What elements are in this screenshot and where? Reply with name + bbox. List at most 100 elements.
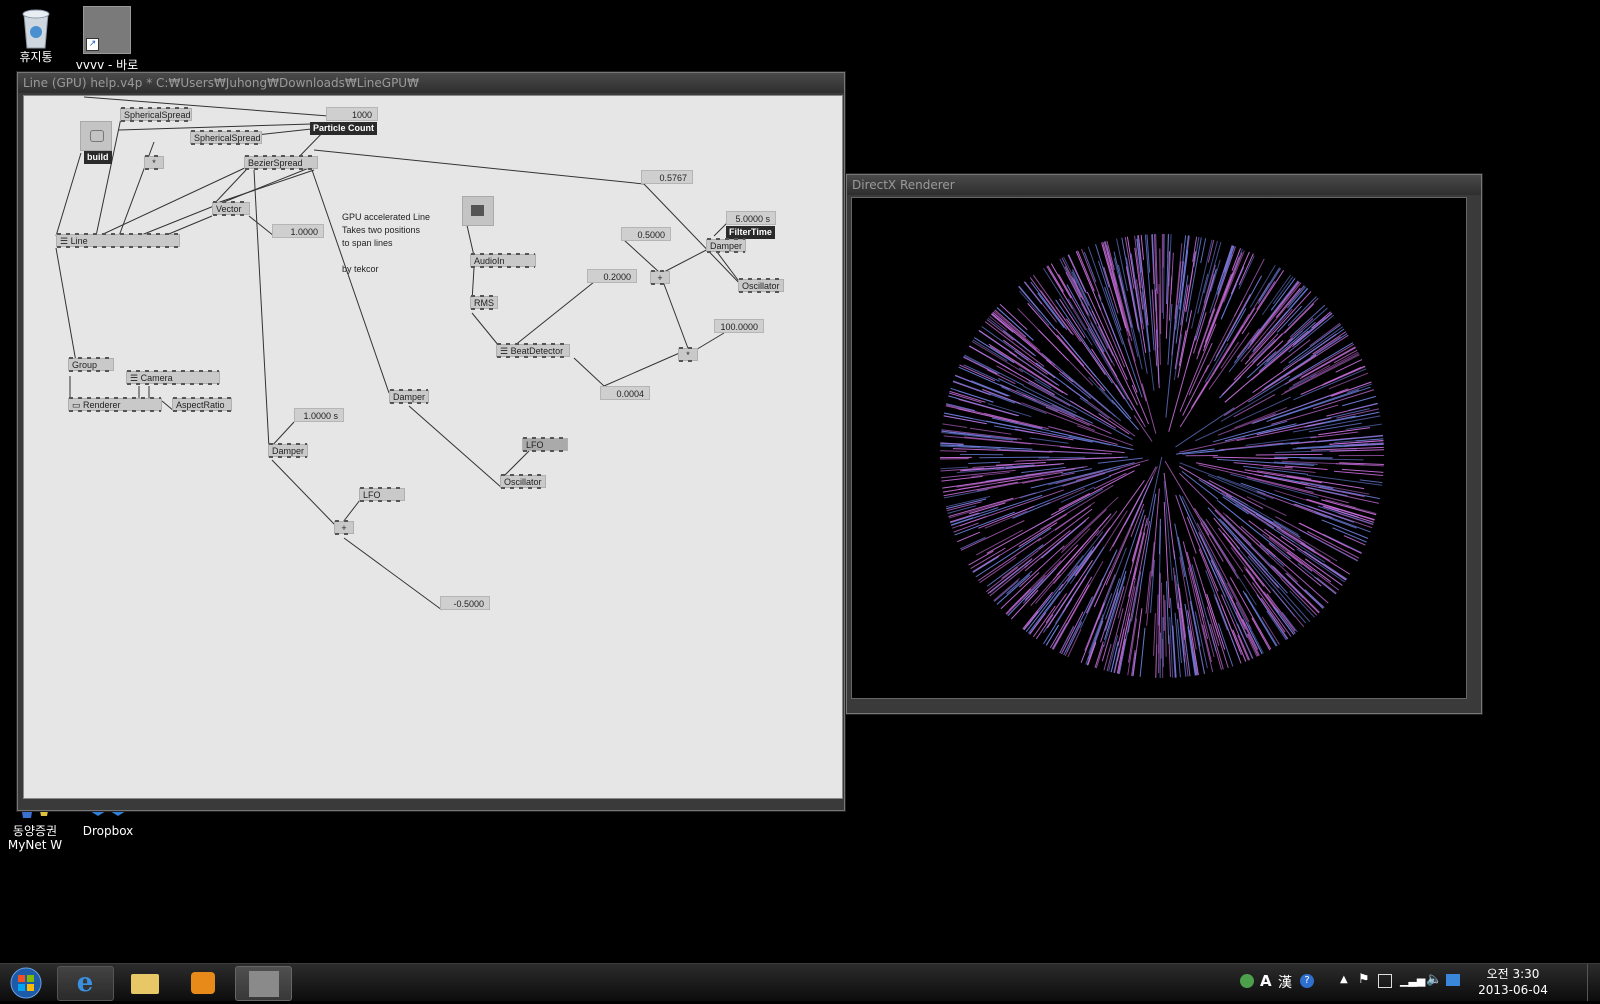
taskbar-media-button[interactable] — [176, 966, 231, 999]
node-plus-2[interactable]: + — [650, 271, 670, 284]
clock-time: 오전 3:30 — [1468, 966, 1558, 982]
recycle-bin-icon — [16, 6, 56, 46]
node-renderer[interactable]: ▭ Renderer — [68, 398, 162, 411]
node-damper-2[interactable]: Damper — [389, 390, 429, 403]
renderer-viewport[interactable] — [851, 197, 1467, 699]
desktop-icon-mynet[interactable]: 동양증권 MyNet W — [0, 806, 70, 852]
help-icon[interactable]: ? — [1300, 974, 1314, 988]
particle-line — [1329, 373, 1368, 389]
particle-line — [1165, 461, 1209, 535]
desktop-icon-recycle-bin[interactable]: 휴지통 — [1, 6, 71, 64]
node-multiply-1[interactable]: * — [144, 156, 164, 169]
node-bezier-spread[interactable]: BezierSpread — [244, 156, 318, 169]
particle-line — [1332, 528, 1366, 542]
node-menu-icon: ☰ — [60, 236, 68, 246]
value-0-0004[interactable]: 0.0004 — [600, 386, 650, 400]
particle-line — [1227, 583, 1251, 629]
taskbar-explorer-button[interactable] — [117, 966, 172, 999]
patch-canvas[interactable]: build SphericalSpread SphericalSpread Be… — [23, 95, 843, 799]
particle-line — [1300, 459, 1363, 460]
ime-icon[interactable] — [1240, 974, 1254, 988]
node-oscillator-1[interactable]: Oscillator — [500, 475, 546, 488]
clock[interactable]: 오전 3:30 2013-06-04 — [1468, 966, 1558, 998]
particle-line — [1051, 264, 1071, 298]
patch-window-title[interactable]: Line (GPU) help.v4p * C:₩Users₩Juhong₩Do… — [18, 73, 844, 93]
particle-line — [1274, 457, 1332, 458]
value-100[interactable]: 100.0000 — [714, 319, 764, 333]
particle-line — [1154, 613, 1156, 656]
power-icon[interactable] — [1378, 974, 1392, 988]
node-line[interactable]: ☰ Line — [56, 234, 180, 247]
ime-mode-a[interactable]: A — [1260, 972, 1272, 990]
particle-line — [1257, 282, 1275, 310]
node-lfo-2[interactable]: LFO — [522, 438, 568, 451]
show-hidden-icons-icon[interactable]: ▲ — [1340, 974, 1348, 985]
taskbar-vvvv-button[interactable] — [235, 966, 292, 1001]
dropbox-tray-icon[interactable] — [1446, 974, 1460, 986]
node-line-label: Line — [71, 236, 88, 246]
particle-line — [994, 581, 1018, 602]
desktop-icon-vvvv[interactable]: ↗ vvvv - 바로 — [72, 6, 142, 72]
particle-line — [1224, 251, 1245, 303]
desktop-icon-label: 동양증권 MyNet W — [0, 824, 70, 852]
renderer-window-title[interactable]: DirectX Renderer — [847, 175, 1481, 195]
ime-mode-hanja[interactable]: 漢 — [1278, 972, 1292, 992]
value-0-5767[interactable]: 0.5767 — [641, 170, 693, 184]
network-icon[interactable]: ▁▃▅ — [1400, 974, 1425, 987]
node-multiply-2[interactable]: * — [678, 348, 698, 361]
node-beat-detector[interactable]: ☰ BeatDetector — [496, 344, 570, 357]
particle-line — [1036, 363, 1088, 401]
value-5-seconds[interactable]: 5.0000 s — [726, 211, 776, 225]
particle-line — [996, 462, 1046, 465]
node-rms[interactable]: RMS — [470, 296, 498, 309]
node-damper-3[interactable]: Damper — [706, 239, 746, 252]
particle-line — [1057, 335, 1084, 366]
particle-line — [1225, 424, 1297, 441]
particle-line — [1013, 503, 1050, 519]
particle-line — [1094, 571, 1110, 607]
volume-icon[interactable]: 🔈 — [1426, 972, 1442, 987]
node-oscillator-2[interactable]: Oscillator — [738, 279, 784, 292]
renderer-window[interactable]: DirectX Renderer — [846, 174, 1482, 714]
particle-line — [1324, 564, 1347, 579]
action-center-flag-icon[interactable]: ⚑ — [1358, 972, 1370, 987]
node-damper-1[interactable]: Damper — [268, 444, 308, 457]
build-toggle[interactable] — [80, 121, 112, 151]
particle-line — [1188, 568, 1213, 673]
particle-line — [1219, 443, 1284, 450]
patch-window[interactable]: Line (GPU) help.v4p * C:₩Users₩Juhong₩Do… — [17, 72, 845, 811]
particle-line — [979, 457, 1049, 458]
node-plus-1[interactable]: + — [334, 521, 354, 534]
particle-count-value[interactable]: 1000 — [326, 107, 378, 121]
particle-line — [959, 399, 1018, 415]
start-button[interactable] — [4, 966, 48, 999]
particle-line — [1206, 519, 1243, 572]
value-0-2[interactable]: 0.2000 — [587, 269, 637, 283]
value-neg-0-5[interactable]: -0.5000 — [440, 596, 490, 610]
patch-wires — [24, 96, 842, 798]
value-1-second[interactable]: 1.0000 s — [294, 408, 344, 422]
particle-line — [942, 430, 1022, 440]
particle-line — [1215, 326, 1243, 371]
node-group[interactable]: Group — [68, 358, 114, 371]
node-spherical-spread-1[interactable]: SphericalSpread — [120, 108, 192, 121]
audio-toggle[interactable] — [462, 196, 494, 226]
audio-toggle-icon — [471, 205, 484, 216]
media-player-icon — [191, 972, 215, 994]
node-spherical-spread-2[interactable]: SphericalSpread — [190, 131, 262, 144]
value-0-5[interactable]: 0.5000 — [621, 227, 671, 241]
particle-line — [1166, 305, 1177, 418]
particle-line — [1025, 517, 1089, 571]
node-vector[interactable]: Vector — [212, 202, 250, 215]
particle-line — [1036, 615, 1053, 639]
node-camera[interactable]: ☰ Camera — [126, 371, 220, 384]
node-aspect-ratio[interactable]: AspectRatio — [172, 398, 232, 411]
node-lfo-1[interactable]: LFO — [359, 488, 405, 501]
particle-line — [1201, 238, 1206, 263]
taskbar-ie-button[interactable]: e — [57, 966, 114, 1001]
clock-date: 2013-06-04 — [1468, 982, 1558, 998]
node-window-icon: ▭ — [72, 400, 81, 410]
value-1-0000[interactable]: 1.0000 — [272, 224, 324, 238]
node-audioin[interactable]: AudioIn — [470, 254, 536, 267]
show-desktop-button[interactable] — [1587, 964, 1600, 1001]
